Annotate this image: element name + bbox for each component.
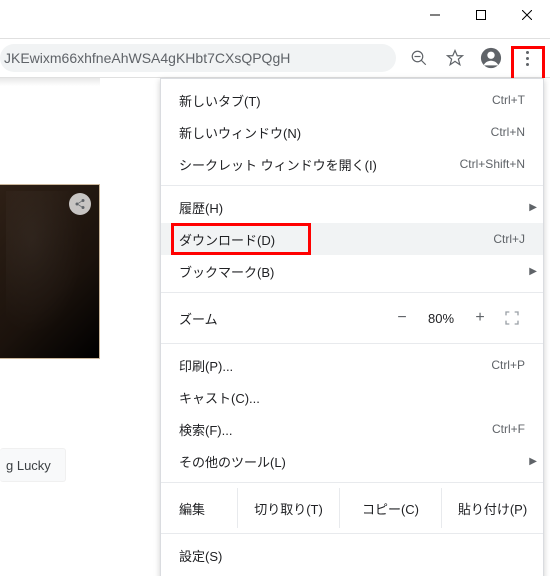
menu-separator [161, 482, 543, 483]
share-icon[interactable] [69, 193, 91, 215]
main-menu: 新しいタブ(T)Ctrl+T 新しいウィンドウ(N)Ctrl+N シークレット … [160, 78, 544, 576]
menu-separator [161, 185, 543, 186]
menu-item-new-tab[interactable]: 新しいタブ(T)Ctrl+T [161, 84, 543, 116]
menu-item-history[interactable]: 履歴(H)▶ [161, 191, 543, 223]
window-maximize-button[interactable] [458, 0, 504, 30]
zoom-out-button[interactable]: − [387, 309, 417, 327]
google-doodle-image[interactable] [0, 184, 100, 359]
toolbar-actions [402, 41, 550, 75]
menu-item-bookmarks[interactable]: ブックマーク(B)▶ [161, 255, 543, 287]
menu-item-more-tools[interactable]: その他のツール(L)▶ [161, 445, 543, 477]
fullscreen-icon[interactable] [495, 310, 529, 326]
feeling-lucky-button[interactable]: g Lucky [0, 448, 66, 482]
toolbar: JKEwixm66xhfneAhWSA4gKHbt7CXsQPQgH [0, 38, 550, 78]
zoom-percent: 80% [417, 311, 465, 326]
kebab-menu-icon[interactable] [510, 41, 544, 75]
bookmark-star-icon[interactable] [438, 41, 472, 75]
menu-item-find[interactable]: 検索(F)...Ctrl+F [161, 413, 543, 445]
menu-item-settings[interactable]: 設定(S) [161, 539, 543, 571]
edit-copy-button[interactable]: コピー(C) [339, 488, 441, 528]
menu-separator [161, 533, 543, 534]
chevron-right-icon: ▶ [529, 202, 537, 213]
edit-label: 編集 [161, 499, 237, 518]
menu-item-incognito[interactable]: シークレット ウィンドウを開く(I)Ctrl+Shift+N [161, 148, 543, 180]
window-minimize-button[interactable] [412, 0, 458, 30]
menu-item-cast[interactable]: キャスト(C)... [161, 381, 543, 413]
chevron-right-icon: ▶ [529, 456, 537, 467]
window-titlebar [0, 0, 550, 38]
menu-item-new-window[interactable]: 新しいウィンドウ(N)Ctrl+N [161, 116, 543, 148]
menu-item-downloads[interactable]: ダウンロード(D)Ctrl+J [161, 223, 543, 255]
menu-shadow [0, 78, 100, 86]
edit-paste-button[interactable]: 貼り付け(P) [441, 488, 543, 528]
omnibox-text: JKEwixm66xhfneAhWSA4gKHbt7CXsQPQgH [4, 50, 290, 66]
menu-item-zoom: ズーム − 80% + [161, 298, 543, 338]
browser-window: JKEwixm66xhfneAhWSA4gKHbt7CXsQPQgH g L [0, 0, 550, 576]
window-close-button[interactable] [504, 0, 550, 30]
zoom-label: ズーム [179, 309, 387, 328]
omnibox[interactable]: JKEwixm66xhfneAhWSA4gKHbt7CXsQPQgH [0, 44, 396, 72]
zoom-out-icon[interactable] [402, 41, 436, 75]
menu-separator [161, 292, 543, 293]
menu-item-edit-row: 編集 切り取り(T) コピー(C) 貼り付け(P) [161, 488, 543, 528]
chevron-right-icon: ▶ [529, 266, 537, 277]
menu-item-help[interactable]: ヘルプ(H)▶ [161, 571, 543, 576]
zoom-in-button[interactable]: + [465, 309, 495, 327]
menu-separator [161, 343, 543, 344]
edit-cut-button[interactable]: 切り取り(T) [237, 488, 339, 528]
profile-icon[interactable] [474, 41, 508, 75]
menu-item-print[interactable]: 印刷(P)...Ctrl+P [161, 349, 543, 381]
